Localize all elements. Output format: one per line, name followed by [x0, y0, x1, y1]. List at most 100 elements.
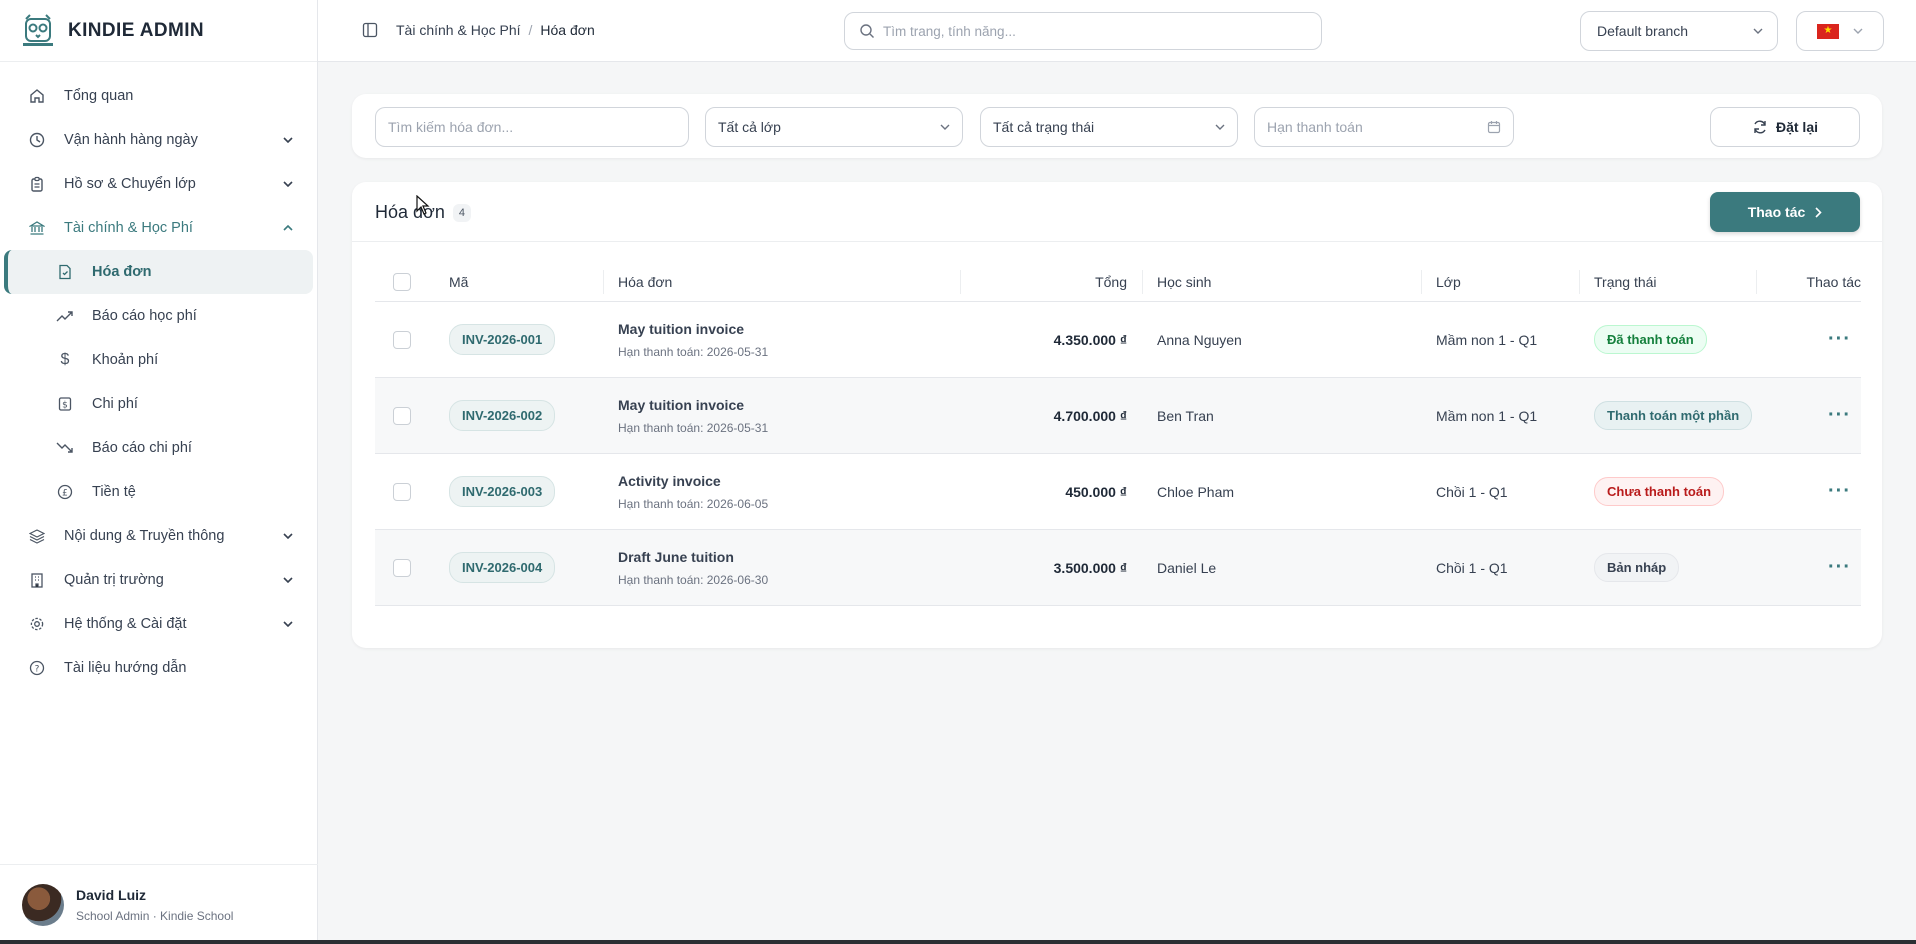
- sidebar-subitem-label: Báo cáo học phí: [92, 308, 197, 324]
- sidebar-item-docs[interactable]: ? Tài liệu hướng dẫn: [0, 646, 317, 690]
- class-name: Chồi 1 - Q1: [1436, 559, 1508, 576]
- row-checkbox[interactable]: [393, 406, 411, 425]
- invoice-due-date: Hạn thanh toán: 2026-06-30: [618, 572, 769, 587]
- table-row[interactable]: INV-2026-003 Activity invoice Hạn thanh …: [375, 454, 1861, 530]
- card-title-text: Hóa đơn: [375, 202, 445, 222]
- branch-select[interactable]: Default branch: [1580, 11, 1778, 51]
- more-actions-icon[interactable]: ···: [1828, 328, 1851, 351]
- breadcrumb: Tài chính & Học Phí / Hóa đơn: [362, 22, 595, 38]
- column-header-total[interactable]: Tổng: [975, 262, 1127, 301]
- table-row[interactable]: INV-2026-002 May tuition invoice Hạn tha…: [375, 378, 1861, 454]
- status-filter-select[interactable]: Tất cả trạng thái: [980, 107, 1238, 147]
- chevron-down-icon: [940, 124, 950, 130]
- class-filter-select[interactable]: Tất cả lớp: [705, 107, 963, 147]
- column-header-status[interactable]: Trạng thái: [1594, 262, 1657, 301]
- sidebar-item-daily-ops[interactable]: Vận hành hàng ngày: [0, 118, 317, 162]
- brand[interactable]: KINDIE ADMIN: [0, 0, 317, 62]
- class-name: Mầm non 1 - Q1: [1436, 331, 1538, 348]
- reset-label: Đặt lại: [1775, 119, 1818, 135]
- chevron-down-icon: [1215, 124, 1225, 130]
- owl-logo-icon: [23, 13, 53, 46]
- clipboard-icon: [28, 175, 46, 193]
- search-icon: [860, 24, 874, 38]
- due-date-picker[interactable]: Hạn thanh toán: [1254, 107, 1514, 147]
- status-badge: Thanh toán một phần: [1594, 401, 1753, 430]
- sidebar-subitem-label: Chi phí: [92, 396, 138, 412]
- mouse-cursor-icon: [416, 195, 430, 215]
- sidebar-subitem-tuition-report[interactable]: Báo cáo học phí: [4, 294, 313, 338]
- receipt-icon: $: [56, 395, 74, 413]
- branch-select-value: Default branch: [1597, 23, 1689, 39]
- invoice-total: 450.000 ₫: [1065, 483, 1127, 500]
- reset-button[interactable]: Đặt lại: [1710, 107, 1860, 147]
- avatar: [22, 883, 64, 926]
- layers-icon: [28, 527, 46, 545]
- filter-bar: Tất cả lớp Tất cả trạng thái Hạn thanh t…: [352, 94, 1882, 158]
- invoice-total: 4.350.000 ₫: [1053, 331, 1127, 348]
- bottom-edge: [0, 940, 1916, 944]
- invoice-code[interactable]: INV-2026-001: [449, 324, 556, 355]
- column-header-actions: Thao tác: [1806, 273, 1861, 290]
- invoice-code[interactable]: INV-2026-002: [449, 400, 556, 431]
- student-name: Daniel Le: [1157, 559, 1217, 576]
- sidebar-nav: Tổng quan Vận hành hàng ngày Hồ sơ & Chu…: [0, 62, 317, 690]
- sidebar-subitem-expenses[interactable]: $ Chi phí: [4, 382, 313, 426]
- select-all-checkbox[interactable]: [393, 272, 411, 291]
- status-badge: Đã thanh toán: [1594, 325, 1707, 354]
- invoice-total: 3.500.000 ₫: [1053, 559, 1127, 576]
- column-header-code[interactable]: Mã: [449, 262, 468, 301]
- svg-text:$: $: [62, 401, 68, 411]
- column-header-invoice[interactable]: Hóa đơn: [618, 262, 672, 301]
- row-checkbox[interactable]: [393, 330, 411, 349]
- more-actions-icon[interactable]: ···: [1828, 556, 1851, 579]
- column-header-class[interactable]: Lớp: [1436, 262, 1461, 301]
- status-badge: Bản nháp: [1594, 553, 1680, 582]
- invoice-search-input[interactable]: [388, 119, 676, 135]
- sidebar-subitem-fees[interactable]: $ Khoản phí: [4, 338, 313, 382]
- chevron-down-icon: [281, 573, 295, 587]
- sidebar-toggle-icon[interactable]: [362, 22, 378, 38]
- sidebar-item-settings[interactable]: Hệ thống & Cài đặt: [0, 602, 317, 646]
- invoice-total: 4.700.000 ₫: [1053, 407, 1127, 424]
- global-search: [844, 12, 1322, 50]
- sidebar-item-content[interactable]: Nội dung & Truyền thông: [0, 514, 317, 558]
- invoice-due-date: Hạn thanh toán: 2026-06-05: [618, 496, 769, 511]
- top-header: Tài chính & Học Phí / Hóa đơn Default br…: [318, 0, 1916, 62]
- sidebar-item-overview[interactable]: Tổng quan: [0, 74, 317, 118]
- more-actions-icon[interactable]: ···: [1828, 480, 1851, 503]
- table-row[interactable]: INV-2026-001 May tuition invoice Hạn tha…: [375, 302, 1861, 378]
- chevron-down-icon: [1853, 28, 1863, 34]
- calendar-icon: [1487, 121, 1501, 134]
- invoice-due-date: Hạn thanh toán: 2026-05-31: [618, 344, 769, 359]
- due-date-placeholder: Hạn thanh toán: [1267, 119, 1363, 135]
- sidebar-item-finance[interactable]: Tài chính & Học Phí: [0, 206, 317, 250]
- column-header-student[interactable]: Học sinh: [1157, 262, 1211, 301]
- sidebar-item-school-admin[interactable]: Quản trị trường: [0, 558, 317, 602]
- svg-text:?: ?: [35, 665, 40, 675]
- row-checkbox[interactable]: [393, 558, 411, 577]
- table-row[interactable]: INV-2026-004 Draft June tuition Hạn than…: [375, 530, 1861, 606]
- user-profile[interactable]: David Luiz School Admin · Kindie School: [0, 864, 318, 944]
- language-select[interactable]: ★: [1796, 11, 1884, 51]
- invoice-code[interactable]: INV-2026-003: [449, 476, 556, 507]
- chevron-down-icon: [281, 133, 295, 147]
- chevron-up-icon: [281, 221, 295, 235]
- invoice-table: Mã Hóa đơn Tổng Học sinh Lớp Trạng thái …: [375, 262, 1861, 606]
- invoice-title: May tuition invoice: [618, 396, 745, 413]
- sidebar-item-records[interactable]: Hồ sơ & Chuyển lớp: [0, 162, 317, 206]
- help-icon: ?: [28, 659, 46, 677]
- building-icon: [28, 571, 46, 589]
- breadcrumb-parent[interactable]: Tài chính & Học Phí: [396, 22, 521, 38]
- sidebar-subitem-currency[interactable]: £ Tiền tệ: [4, 470, 313, 514]
- global-search-input[interactable]: [883, 23, 1303, 39]
- invoice-code[interactable]: INV-2026-004: [449, 552, 556, 583]
- gear-icon: [28, 615, 46, 633]
- more-actions-icon[interactable]: ···: [1828, 404, 1851, 427]
- sidebar-subitem-expense-report[interactable]: Báo cáo chi phí: [4, 426, 313, 470]
- bulk-action-button[interactable]: Thao tác: [1710, 192, 1860, 232]
- svg-text:£: £: [62, 489, 68, 499]
- sidebar-subitem-invoices[interactable]: Hóa đơn: [4, 250, 313, 294]
- row-checkbox[interactable]: [393, 482, 411, 501]
- breadcrumb-separator: /: [528, 22, 533, 38]
- sidebar-item-label: Quản trị trường: [64, 572, 164, 588]
